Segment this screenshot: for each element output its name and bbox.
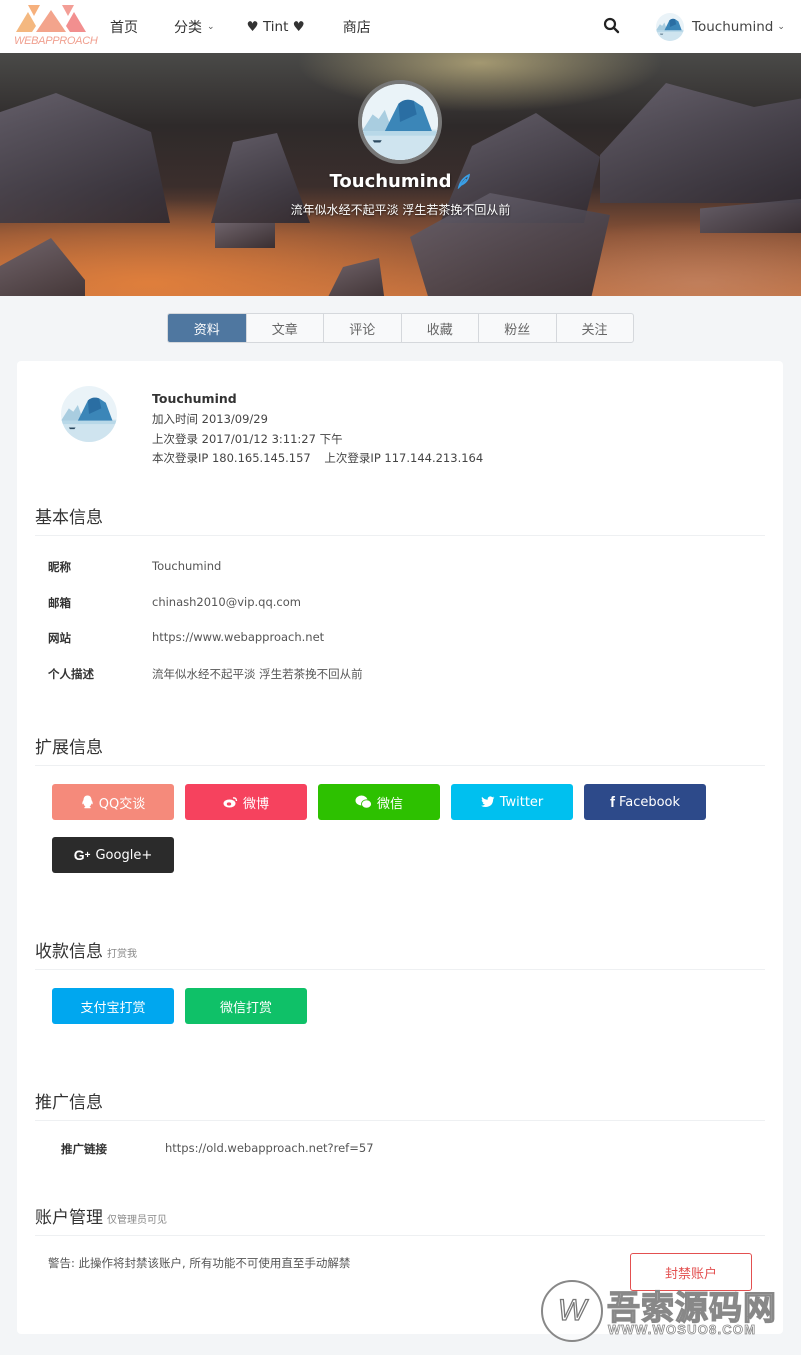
join-date: 2013/09/29 <box>201 412 268 426</box>
top-navbar: WEBAPPROACH 首页 分类 ⌄ ♥ Tint ♥ 商店 Touchumi… <box>0 0 801 53</box>
field-label-website: 网站 <box>48 631 71 645</box>
main-nav: 首页 分类 ⌄ ♥ Tint ♥ 商店 <box>96 0 385 53</box>
field-value-website[interactable]: https://www.webapproach.net <box>152 630 324 644</box>
feather-icon <box>456 173 472 194</box>
section-title-payment-info: 收款信息 打赏我 <box>35 937 137 962</box>
profile-banner: Touchumind 流年似水经不起平淡 浮生若茶挽不回从前 <box>0 53 801 296</box>
ban-account-button[interactable]: 封禁账户 <box>630 1253 752 1291</box>
nav-item-home[interactable]: 首页 <box>96 17 152 37</box>
section-title-account-management: 账户管理 仅管理员可见 <box>35 1203 167 1228</box>
current-ip: 180.165.145.157 <box>211 451 311 465</box>
profile-name: Touchumind <box>152 391 237 406</box>
field-label-email: 邮箱 <box>48 596 71 610</box>
payment-title: 收款信息 <box>35 942 103 962</box>
wechat-tip-button[interactable]: 微信打赏 <box>185 988 307 1024</box>
section-title-promotion-info: 推广信息 <box>35 1093 103 1113</box>
banner-decoration <box>215 223 275 248</box>
tab-following[interactable]: 关注 <box>555 314 633 342</box>
divider <box>35 1235 765 1236</box>
payment-subtitle: 打赏我 <box>107 949 137 960</box>
google-plus-button[interactable]: G + Google+ <box>52 837 174 873</box>
field-label-description: 个人描述 <box>48 667 94 681</box>
banner-decoration <box>0 238 85 296</box>
join-label: 加入时间 <box>152 412 198 426</box>
profile-summary: Touchumind 加入时间 2013/09/29 上次登录 2017/01/… <box>152 391 483 469</box>
divider <box>35 969 765 970</box>
wechat-label: 微信 <box>376 796 403 812</box>
section-title-extended-info: 扩展信息 <box>35 738 103 758</box>
banner-bio: 流年似水经不起平淡 浮生若茶挽不回从前 <box>290 203 511 217</box>
twitter-label: Twitter <box>499 794 544 810</box>
section-title-basic-info: 基本信息 <box>35 508 103 528</box>
ip-line: 本次登录IP 180.165.145.157 上次登录IP 117.144.21… <box>152 449 483 469</box>
user-avatar <box>656 13 684 41</box>
nav-label: 首页 <box>110 19 138 36</box>
field-value-description: 流年似水经不起平淡 浮生若茶挽不回从前 <box>152 667 363 681</box>
last-login-label: 上次登录 <box>152 431 198 446</box>
nav-item-shop[interactable]: 商店 <box>319 17 385 37</box>
facebook-icon: f <box>609 793 615 811</box>
nav-label: ♥ Tint ♥ <box>246 18 305 35</box>
chevron-down-icon: ⌄ <box>207 21 215 32</box>
banner-decoration <box>325 258 385 296</box>
logo-text: WEBAPPROACH <box>14 35 98 47</box>
profile-card: Touchumind 加入时间 2013/09/29 上次登录 2017/01/… <box>17 361 783 1334</box>
field-value-email: chinash2010@vip.qq.com <box>152 595 301 609</box>
google-plus-label: Google+ <box>95 847 153 863</box>
qq-icon <box>81 795 94 809</box>
nav-item-tint[interactable]: ♥ Tint ♥ <box>229 19 319 35</box>
nav-label: 商店 <box>342 19 371 36</box>
tab-articles[interactable]: 文章 <box>245 314 324 342</box>
tab-favorites[interactable]: 收藏 <box>400 314 479 342</box>
field-value-referral-link[interactable]: https://old.webapproach.net?ref=57 <box>165 1141 374 1155</box>
divider <box>35 765 765 766</box>
search-icon <box>603 17 620 34</box>
account-subtitle: 仅管理员可见 <box>107 1215 167 1226</box>
tab-followers[interactable]: 粉丝 <box>478 314 556 342</box>
user-name: Touchumind <box>692 19 774 35</box>
weibo-label: 微博 <box>242 796 269 812</box>
field-label-nickname: 昵称 <box>48 560 71 574</box>
join-date-line: 加入时间 2013/09/29 <box>152 410 483 430</box>
tab-profile[interactable]: 资料 <box>168 314 246 342</box>
nav-label: 分类 <box>174 19 202 36</box>
divider <box>35 1120 765 1121</box>
profile-avatar <box>61 386 117 442</box>
last-login-line: 上次登录 2017/01/12 3:11:27 下午 <box>152 430 483 450</box>
wechat-button[interactable]: 微信 <box>318 784 440 820</box>
facebook-label: Facebook <box>618 794 681 810</box>
qq-label: QQ交谈 <box>98 796 146 812</box>
search-button[interactable] <box>602 16 622 36</box>
last-ip: 117.144.213.164 <box>384 451 484 465</box>
account-title: 账户管理 <box>35 1208 103 1228</box>
weibo-button[interactable]: 微博 <box>185 784 307 820</box>
weibo-icon <box>223 796 238 808</box>
user-menu[interactable]: Touchumind ⌄ <box>656 12 785 42</box>
banner-username-text: Touchumind <box>329 171 452 192</box>
current-ip-label: 本次登录IP <box>152 451 209 465</box>
nav-item-categories[interactable]: 分类 ⌄ <box>152 17 229 37</box>
wechat-icon <box>355 795 372 809</box>
chevron-down-icon: ⌄ <box>777 22 785 32</box>
field-value-nickname: Touchumind <box>152 559 222 573</box>
alipay-tip-button[interactable]: 支付宝打赏 <box>52 988 174 1024</box>
last-login: 2017/01/12 3:11:27 下午 <box>201 431 343 446</box>
logo-mark-icon <box>16 5 86 32</box>
ban-warning-text: 警告: 此操作将封禁该账户, 所有功能不可使用直至手动解禁 <box>48 1256 351 1270</box>
site-logo[interactable]: WEBAPPROACH <box>14 2 98 50</box>
banner-avatar[interactable] <box>358 80 442 164</box>
last-ip-label: 上次登录IP <box>324 451 381 465</box>
tab-comments[interactable]: 评论 <box>323 314 401 342</box>
twitter-button[interactable]: Twitter <box>451 784 573 820</box>
facebook-button[interactable]: f Facebook <box>584 784 706 820</box>
qq-button[interactable]: QQ交谈 <box>52 784 174 820</box>
profile-tabs: 资料 文章 评论 收藏 粉丝 关注 <box>167 313 634 343</box>
divider <box>35 535 765 536</box>
twitter-icon <box>480 796 495 808</box>
field-label-referral-link: 推广链接 <box>61 1142 107 1156</box>
google-plus-icon: G + <box>73 847 91 863</box>
banner-username: Touchumind <box>0 171 801 194</box>
